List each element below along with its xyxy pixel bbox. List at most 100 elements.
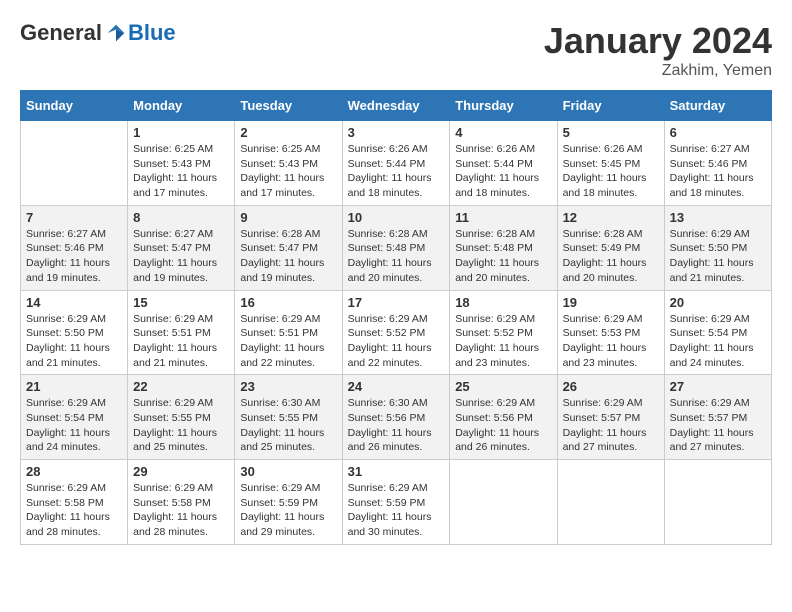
calendar-cell: 5 Sunrise: 6:26 AMSunset: 5:45 PMDaylight… [557,121,664,206]
calendar-cell [557,460,664,545]
day-number: 1 [133,125,229,140]
calendar-cell: 26Sunrise: 6:29 AMSunset: 5:57 PMDayligh… [557,375,664,460]
calendar-table: SundayMondayTuesdayWednesdayThursdayFrid… [20,90,772,545]
calendar-cell: 14 Sunrise: 6:29 AMSunset: 5:50 PMDayligh… [21,290,128,375]
day-number: 26 [563,379,659,394]
calendar-cell: 28Sunrise: 6:29 AMSunset: 5:58 PMDayligh… [21,460,128,545]
day-info: Sunrise: 6:29 AMSunset: 5:59 PMDaylight:… [348,481,445,540]
day-number: 21 [26,379,122,394]
day-number: 3 [348,125,445,140]
day-number: 28 [26,464,122,479]
calendar-week-row: 28 Sunrise: 6:29 AMSunset: 5:58 PMDayligh… [21,460,772,545]
day-number: 5 [563,125,659,140]
day-number: 9 [240,210,336,225]
day-info: Sunrise: 6:29 AMSunset: 5:52 PMDaylight:… [455,312,551,371]
calendar-cell: 27 Sunrise: 6:29 AMSunset: 5:57 PMDayligh… [664,375,771,460]
day-info: Sunrise: 6:29 AMSunset: 5:54 PMDaylight:… [26,396,122,455]
day-info: Sunrise: 6:26 AMSunset: 5:44 PMDaylight:… [455,142,551,201]
day-info: Sunrise: 6:29 AMSunset: 5:51 PMDaylight:… [133,312,229,371]
calendar-cell: 21 Sunrise: 6:29 AMSunset: 5:54 PMDayligh… [21,375,128,460]
logo-general-text: General [20,20,102,46]
day-info: Sunrise: 6:29 AMSunset: 5:52 PMDaylight:… [348,312,445,371]
day-number: 16 [240,295,336,310]
calendar-cell: 29 Sunrise: 6:29 AMSunset: 5:58 PMDayligh… [128,460,235,545]
calendar-cell: 13 Sunrise: 6:29 AMSunset: 5:50 PMDayligh… [664,205,771,290]
calendar-cell: 3Sunrise: 6:26 AMSunset: 5:44 PMDaylight… [342,121,450,206]
calendar-cell: 17Sunrise: 6:29 AMSunset: 5:52 PMDayligh… [342,290,450,375]
day-number: 14 [26,295,122,310]
day-info: Sunrise: 6:29 AMSunset: 5:57 PMDaylight:… [670,396,766,455]
calendar-cell: 4 Sunrise: 6:26 AMSunset: 5:44 PMDaylight… [450,121,557,206]
calendar-cell: 18 Sunrise: 6:29 AMSunset: 5:52 PMDayligh… [450,290,557,375]
day-info: Sunrise: 6:29 AMSunset: 5:50 PMDaylight:… [26,312,122,371]
day-number: 19 [563,295,659,310]
calendar-cell: 24Sunrise: 6:30 AMSunset: 5:56 PMDayligh… [342,375,450,460]
location-subtitle: Zakhim, Yemen [544,62,772,80]
day-info: Sunrise: 6:30 AMSunset: 5:55 PMDaylight:… [240,396,336,455]
day-number: 11 [455,210,551,225]
calendar-cell: 19 Sunrise: 6:29 AMSunset: 5:53 PMDayligh… [557,290,664,375]
day-number: 10 [348,210,445,225]
day-info: Sunrise: 6:25 AMSunset: 5:43 PMDaylight:… [240,142,336,201]
calendar-cell: 7 Sunrise: 6:27 AMSunset: 5:46 PMDaylight… [21,205,128,290]
day-header-friday: Friday [557,91,664,121]
day-header-wednesday: Wednesday [342,91,450,121]
day-info: Sunrise: 6:29 AMSunset: 5:53 PMDaylight:… [563,312,659,371]
day-info: Sunrise: 6:26 AMSunset: 5:45 PMDaylight:… [563,142,659,201]
calendar-cell [21,121,128,206]
day-header-tuesday: Tuesday [235,91,342,121]
logo-icon [106,23,126,43]
day-info: Sunrise: 6:29 AMSunset: 5:56 PMDaylight:… [455,396,551,455]
logo: General Blue [20,20,176,46]
day-info: Sunrise: 6:25 AMSunset: 5:43 PMDaylight:… [133,142,229,201]
logo-blue-text: Blue [128,20,176,46]
calendar-cell: 25Sunrise: 6:29 AMSunset: 5:56 PMDayligh… [450,375,557,460]
calendar-cell: 12Sunrise: 6:28 AMSunset: 5:49 PMDayligh… [557,205,664,290]
day-number: 2 [240,125,336,140]
day-info: Sunrise: 6:28 AMSunset: 5:48 PMDaylight:… [348,227,445,286]
day-number: 13 [670,210,766,225]
calendar-cell: 11 Sunrise: 6:28 AMSunset: 5:48 PMDayligh… [450,205,557,290]
calendar-cell [450,460,557,545]
calendar-week-row: 1 Sunrise: 6:25 AMSunset: 5:43 PMDaylight… [21,121,772,206]
day-number: 30 [240,464,336,479]
page-header: General Blue January 2024 Zakhim, Yemen [20,20,772,80]
day-number: 15 [133,295,229,310]
calendar-cell: 22Sunrise: 6:29 AMSunset: 5:55 PMDayligh… [128,375,235,460]
day-number: 22 [133,379,229,394]
day-header-saturday: Saturday [664,91,771,121]
day-number: 12 [563,210,659,225]
day-info: Sunrise: 6:28 AMSunset: 5:48 PMDaylight:… [455,227,551,286]
day-info: Sunrise: 6:28 AMSunset: 5:47 PMDaylight:… [240,227,336,286]
day-info: Sunrise: 6:27 AMSunset: 5:46 PMDaylight:… [670,142,766,201]
day-info: Sunrise: 6:29 AMSunset: 5:58 PMDaylight:… [133,481,229,540]
day-info: Sunrise: 6:29 AMSunset: 5:50 PMDaylight:… [670,227,766,286]
day-number: 18 [455,295,551,310]
day-info: Sunrise: 6:29 AMSunset: 5:54 PMDaylight:… [670,312,766,371]
calendar-week-row: 21 Sunrise: 6:29 AMSunset: 5:54 PMDayligh… [21,375,772,460]
calendar-cell: 31Sunrise: 6:29 AMSunset: 5:59 PMDayligh… [342,460,450,545]
calendar-cell: 23Sunrise: 6:30 AMSunset: 5:55 PMDayligh… [235,375,342,460]
day-info: Sunrise: 6:29 AMSunset: 5:59 PMDaylight:… [240,481,336,540]
day-number: 20 [670,295,766,310]
day-number: 7 [26,210,122,225]
calendar-cell [664,460,771,545]
calendar-week-row: 14 Sunrise: 6:29 AMSunset: 5:50 PMDayligh… [21,290,772,375]
day-number: 27 [670,379,766,394]
calendar-cell: 20 Sunrise: 6:29 AMSunset: 5:54 PMDayligh… [664,290,771,375]
day-info: Sunrise: 6:30 AMSunset: 5:56 PMDaylight:… [348,396,445,455]
calendar-cell: 8Sunrise: 6:27 AMSunset: 5:47 PMDaylight… [128,205,235,290]
calendar-cell: 9 Sunrise: 6:28 AMSunset: 5:47 PMDaylight… [235,205,342,290]
day-number: 29 [133,464,229,479]
day-header-monday: Monday [128,91,235,121]
calendar-header-row: SundayMondayTuesdayWednesdayThursdayFrid… [21,91,772,121]
day-number: 4 [455,125,551,140]
day-info: Sunrise: 6:27 AMSunset: 5:46 PMDaylight:… [26,227,122,286]
day-info: Sunrise: 6:27 AMSunset: 5:47 PMDaylight:… [133,227,229,286]
calendar-cell: 16 Sunrise: 6:29 AMSunset: 5:51 PMDayligh… [235,290,342,375]
day-info: Sunrise: 6:29 AMSunset: 5:51 PMDaylight:… [240,312,336,371]
calendar-cell: 15 Sunrise: 6:29 AMSunset: 5:51 PMDayligh… [128,290,235,375]
calendar-cell: 1 Sunrise: 6:25 AMSunset: 5:43 PMDaylight… [128,121,235,206]
calendar-cell: 30 Sunrise: 6:29 AMSunset: 5:59 PMDayligh… [235,460,342,545]
calendar-cell: 10 Sunrise: 6:28 AMSunset: 5:48 PMDayligh… [342,205,450,290]
